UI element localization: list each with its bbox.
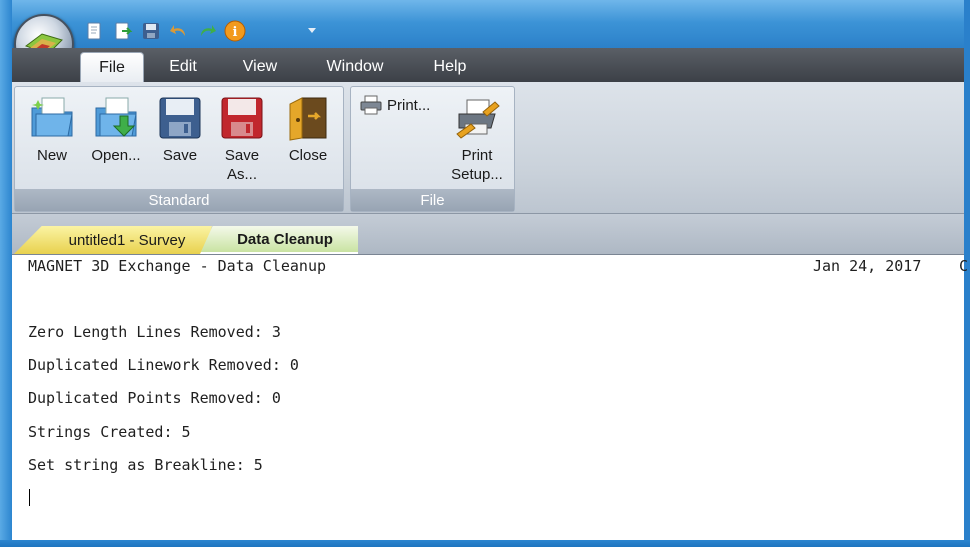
open-button[interactable]: Open...	[86, 90, 146, 165]
open-folder-icon	[92, 90, 140, 142]
report-title: MAGNET 3D Exchange - Data Cleanup	[28, 257, 327, 275]
svg-text:i: i	[233, 25, 238, 40]
close-button[interactable]: Close	[280, 90, 336, 165]
print-setup-icon	[453, 90, 501, 142]
customize-toolbar-icon[interactable]	[305, 22, 319, 36]
report-line: Strings Created: 5	[28, 423, 191, 441]
tab-edit[interactable]: Edit	[155, 52, 211, 82]
open-button-label: Open...	[91, 147, 141, 164]
printer-icon	[360, 95, 382, 115]
tab-data-cleanup-label: Data Cleanup	[237, 230, 333, 248]
report-date-overflow: C	[959, 257, 969, 275]
close-door-icon	[284, 90, 332, 142]
tab-help[interactable]: Help	[422, 52, 478, 82]
save-icon[interactable]	[140, 20, 162, 42]
group-label-file: File	[351, 189, 514, 211]
close-button-label: Close	[288, 147, 328, 164]
report-line: Duplicated Linework Removed: 0	[28, 356, 299, 374]
save-button[interactable]: Save	[154, 90, 206, 165]
new-folder-icon	[28, 90, 76, 142]
tab-file[interactable]: File	[80, 52, 144, 82]
text-cursor	[29, 489, 30, 506]
undo-icon[interactable]	[168, 20, 190, 42]
tab-window[interactable]: Window	[315, 52, 395, 82]
report-date: Jan 24, 2017	[813, 257, 922, 275]
quick-access-toolbar: i	[78, 16, 308, 46]
save-disk-icon	[156, 90, 204, 142]
save-as-label-line2: As...	[226, 166, 257, 183]
report-line: Set string as Breakline: 5	[28, 456, 263, 474]
save-as-disk-icon	[218, 90, 266, 142]
report-line: Duplicated Points Removed: 0	[28, 389, 281, 407]
save-button-label: Save	[162, 147, 198, 164]
group-label-standard: Standard	[15, 189, 343, 211]
window-left-border	[0, 0, 12, 547]
new-button-label: New	[36, 147, 67, 164]
open-doc-icon[interactable]	[112, 20, 134, 42]
tab-data-cleanup[interactable]: Data Cleanup	[200, 226, 358, 254]
redo-icon[interactable]	[196, 20, 218, 42]
window-bottom-border	[0, 540, 970, 547]
print-button-label: Print...	[387, 96, 431, 114]
tab-untitled1-survey[interactable]: untitled1 - Survey	[14, 226, 212, 254]
print-setup-label-line2: Setup...	[451, 166, 503, 183]
new-doc-icon[interactable]	[84, 20, 106, 42]
info-icon[interactable]: i	[224, 20, 246, 42]
print-button[interactable]: Print...	[360, 94, 430, 116]
tab-view[interactable]: View	[230, 52, 290, 82]
report-line: Zero Length Lines Removed: 3	[28, 323, 281, 341]
save-as-label-line1: Save	[224, 147, 260, 164]
new-button[interactable]: New	[24, 90, 80, 165]
print-setup-label-line1: Print	[461, 147, 493, 164]
tab-untitled1-survey-label: untitled1 - Survey	[68, 231, 186, 249]
save-as-button[interactable]: Save As...	[216, 90, 268, 184]
print-setup-button[interactable]: Print Setup...	[446, 90, 508, 184]
